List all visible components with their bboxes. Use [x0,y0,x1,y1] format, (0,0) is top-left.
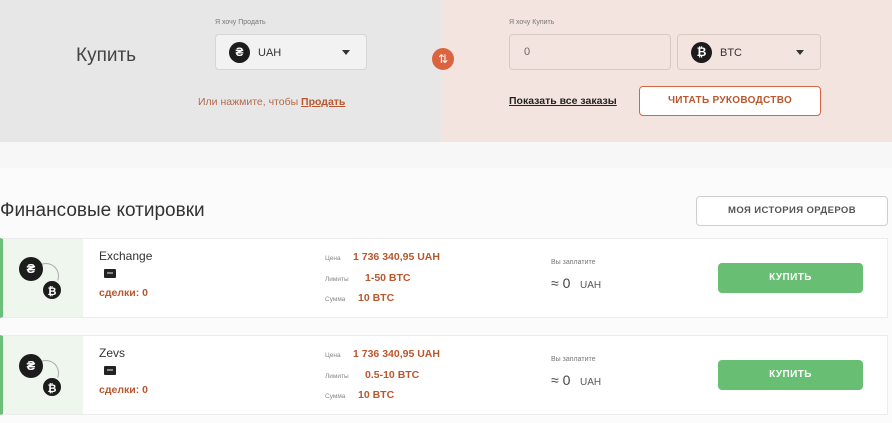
price-value: 1 736 340,95 UAH [353,251,440,263]
exchange-title: Купить [76,45,137,66]
pay-amount: ≈ 0 [551,372,571,388]
sell-link[interactable]: Продать [301,96,345,108]
price-label: Цена [325,255,341,262]
sell-side: Купить Я хочу Продать ₴ UAH Или нажмите,… [0,0,441,142]
pay-label: Вы заплатите [551,259,596,266]
pay-label: Вы заплатите [551,356,596,363]
payment-method-icon [104,269,116,278]
show-all-orders-link[interactable]: Показать все заказы [509,95,617,107]
limits-label: Лимиты [325,276,349,283]
exchange-panel: Купить Я хочу Продать ₴ UAH Или нажмите,… [0,0,892,142]
hryvnia-icon: ₴ [229,42,250,63]
price-value: 1 736 340,95 UAH [353,348,440,360]
chevron-down-icon [342,50,350,55]
pay-currency: UAH [580,377,602,388]
buy-side: Я хочу Купить [441,0,892,142]
deals-count: сделки: 0 [99,384,148,396]
sum-label: Сумма [325,393,346,400]
sell-label: Я хочу Продать [215,19,266,26]
sum-value: 10 BTC [358,292,395,304]
swap-icon[interactable]: ⇅ [432,48,454,70]
hryvnia-icon: ₴ [19,257,43,281]
quotes-title: Финансовые котировки [0,200,205,221]
payment-method-icon [104,366,116,375]
pay-amount: ≈ 0 [551,275,571,291]
sum-label: Сумма [325,296,346,303]
buy-button[interactable]: КУПИТЬ [718,263,863,293]
deals-count: сделки: 0 [99,287,148,299]
order-card: ₴ ₿ Zevs сделки: 0 Цена 1 736 340,95 UAH… [0,335,888,415]
pay-currency: UAH [580,280,602,291]
buy-currency-code: BTC [720,47,742,59]
buy-label: Я хочу Купить [509,19,555,26]
chevron-down-icon [796,50,804,55]
limits-label: Лимиты [325,373,349,380]
hryvnia-icon: ₴ [19,354,43,378]
buy-button[interactable]: КУПИТЬ [718,360,863,390]
price-label: Цена [325,352,341,359]
limits-value: 1-50 BTC [365,272,411,284]
bitcoin-icon: ₿ [41,376,63,398]
bitcoin-icon: ₿ [41,279,63,301]
switch-hint-text: Или нажмите, чтобы [198,96,302,108]
switch-hint: Или нажмите, чтобы Продать [198,96,345,108]
sell-currency-code: UAH [258,47,282,59]
currency-pair: ₴ ₿ [3,239,83,317]
sum-value: 10 BTC [358,389,395,401]
sell-currency-select[interactable]: ₴ UAH [215,34,367,70]
read-guide-button[interactable]: ЧИТАТЬ РУКОВОДСТВО [639,86,821,116]
limits-value: 0.5-10 BTC [365,369,420,381]
trader-name: Exchange [99,249,153,263]
buy-currency-select[interactable]: ₿ BTC [677,34,821,70]
buy-amount-input[interactable] [509,34,671,70]
currency-pair: ₴ ₿ [3,336,83,414]
bitcoin-icon: ₿ [691,42,712,63]
order-card: ₴ ₿ Exchange сделки: 0 Цена 1 736 340,95… [0,238,888,318]
order-history-button[interactable]: МОЯ ИСТОРИЯ ОРДЕРОВ [696,196,888,226]
trader-name: Zevs [99,346,126,360]
